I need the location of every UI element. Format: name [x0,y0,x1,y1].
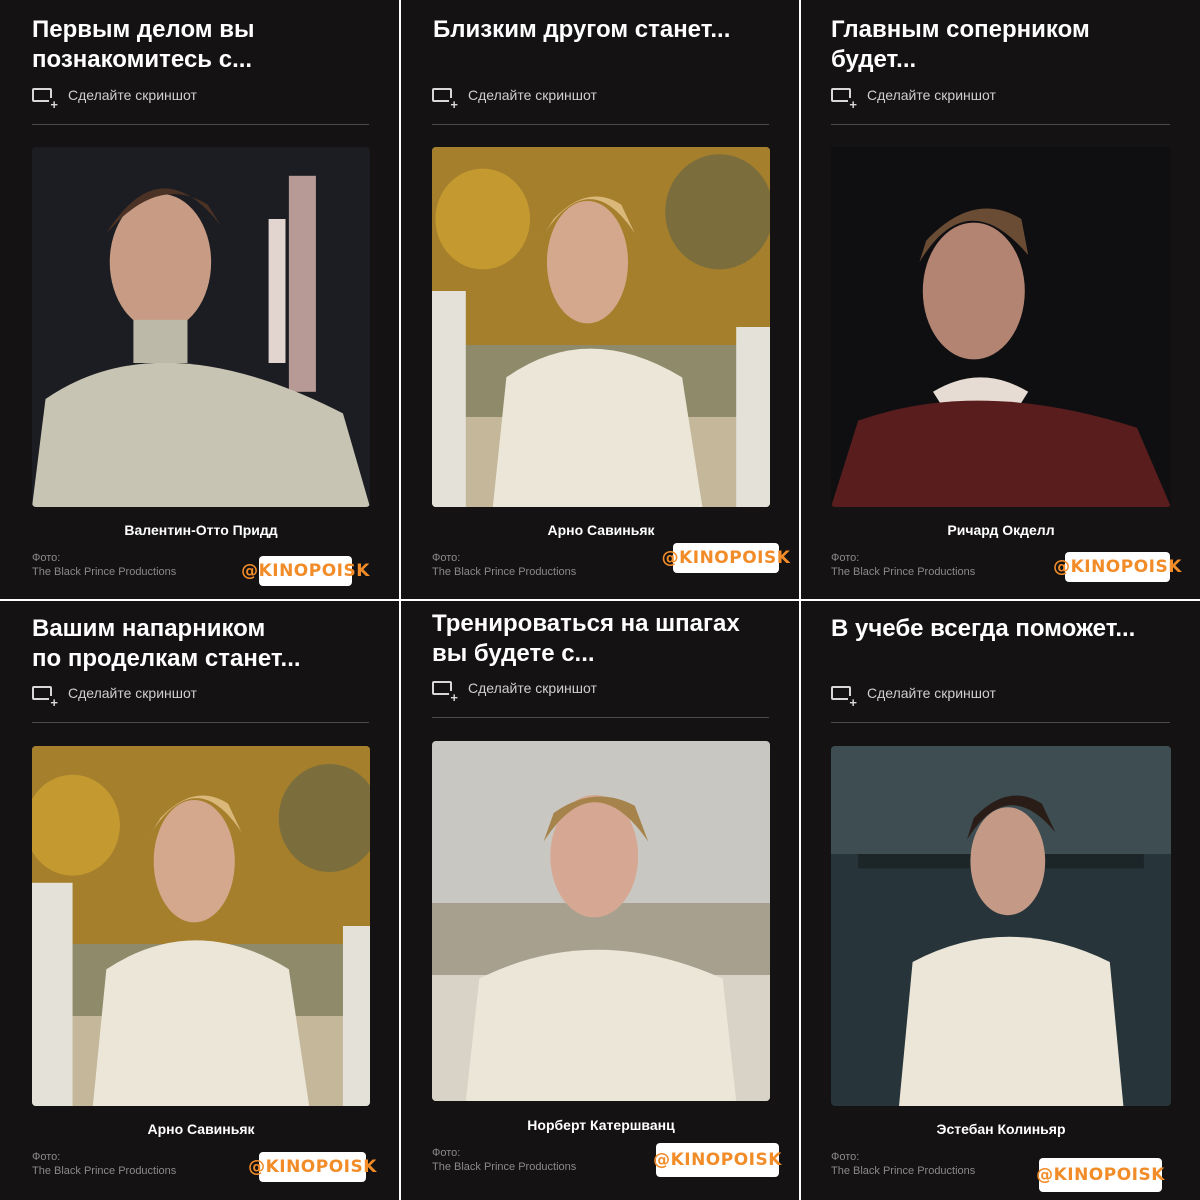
character-photo [32,746,370,1106]
card-title: Главным соперником будет... [831,16,1090,73]
character-name: Норберт Катершванц [527,1117,675,1133]
photo-credit: Фото: The Black Prince Productions [32,1151,177,1177]
screenshot-label: Сделайте скриншот [468,87,597,103]
screenshot-icon [32,686,59,709]
card-title: Первым делом вы познакомитесь с... [32,16,255,73]
divider [831,722,1170,723]
screenshot-icon [831,88,858,111]
character-photo [831,746,1171,1106]
story-card: Вашим напарникомпо проделкам станет... С… [0,601,399,1200]
character-name: Эстебан Колиньяр [936,1121,1066,1137]
story-card: Тренироваться на шпагахвы будете с... Сд… [401,601,799,1200]
kinopoisk-badge: @KINOPOISK [653,1143,781,1177]
kinopoisk-badge: @KINOPOISK [248,1152,376,1182]
screenshot-label: Сделайте скриншот [867,87,996,103]
character-photo [432,147,770,507]
story-card: Близким другом станет... Сделайте скринш… [401,0,799,599]
screenshot-icon [432,681,459,704]
screenshot-hint: Сделайте скриншот [831,87,996,111]
screenshot-label: Сделайте скриншот [68,87,197,103]
divider [432,717,769,718]
story-card: Главным соперникомбудет... Сделайте скри… [801,0,1200,599]
divider [32,722,369,723]
photo-credit: Фото: The Black Prince Productions [831,1151,976,1177]
kinopoisk-badge: @KINOPOISK [662,543,790,573]
screenshot-hint: Сделайте скриншот [432,680,597,704]
screenshot-hint: Сделайте скриншот [432,87,597,111]
divider [432,124,769,125]
kinopoisk-badge: @KINOPOISK [1036,1158,1164,1192]
card-title: Вашим напарником по проделкам станет... [32,615,301,672]
character-name: Валентин-Отто Придд [124,522,278,538]
story-card: Первым делом выпознакомитесь с... Сделай… [0,0,399,599]
photo-credit: Фото: The Black Prince Productions [432,552,577,578]
screenshot-icon [432,88,459,111]
character-photo [432,741,770,1101]
divider [32,124,369,125]
screenshot-hint: Сделайте скриншот [32,87,197,111]
screenshot-icon [32,88,59,111]
story-collage: Первым делом выпознакомитесь с... Сделай… [0,0,1200,1200]
screenshot-label: Сделайте скриншот [68,685,197,701]
kinopoisk-badge: @KINOPOISK [1053,552,1181,582]
photo-credit: Фото: The Black Prince Productions [32,552,177,578]
story-card: В учебе всегда поможет... Сделайте скрин… [801,601,1200,1200]
card-title: В учебе всегда поможет... [831,615,1136,642]
character-photo [32,147,370,507]
photo-credit: Фото: The Black Prince Productions [831,552,976,578]
character-photo [831,147,1171,507]
divider [831,124,1170,125]
card-title: Близким другом станет... [433,16,731,43]
character-name: Ричард Окделл [947,522,1055,538]
screenshot-label: Сделайте скриншот [867,685,996,701]
photo-credit: Фото: The Black Prince Productions [432,1147,577,1173]
screenshot-hint: Сделайте скриншот [32,685,197,709]
screenshot-hint: Сделайте скриншот [831,685,996,709]
character-name: Арно Савиньяк [547,522,655,538]
kinopoisk-badge: @KINOPOISK [241,556,369,586]
screenshot-label: Сделайте скриншот [468,680,597,696]
character-name: Арно Савиньяк [147,1121,255,1137]
card-title: Тренироваться на шпагах вы будете с... [432,610,740,667]
screenshot-icon [831,686,858,709]
